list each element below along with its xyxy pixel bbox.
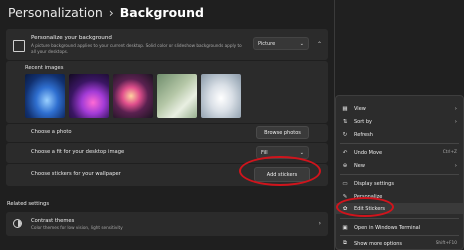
menu-item-label: Display settings [354, 180, 394, 187]
menu-item-view[interactable]: ▦ View › [336, 103, 463, 114]
chevron-right-icon: › [454, 162, 457, 169]
recent-image-5[interactable] [201, 74, 241, 118]
menu-item-new[interactable]: ⊕ New › [336, 160, 463, 171]
highlight-ellipse-add-stickers [239, 156, 321, 186]
menu-separator [340, 143, 459, 144]
recent-image-2[interactable] [69, 74, 109, 118]
personalize-background-subtitle: A picture background applies to your cur… [31, 43, 242, 54]
chevron-right-icon: › [454, 105, 457, 112]
recent-image-1[interactable] [25, 74, 65, 118]
recent-image-4[interactable] [157, 74, 197, 118]
stickers-label: Choose stickers for your wallpaper [31, 171, 121, 177]
choose-fit-label: Choose a fit for your desktop image [31, 149, 125, 155]
desktop-context-menu: ▦ View › ⇅ Sort by › ↻ Refresh ↶ Undo Mo… [335, 95, 464, 250]
contrast-themes-subtitle: Color themes for low vision, light sensi… [31, 225, 123, 230]
menu-item-label: New [354, 162, 365, 169]
contrast-themes-title: Contrast themes [31, 218, 75, 224]
grid-icon: ▦ [342, 105, 348, 112]
new-icon: ⊕ [342, 162, 348, 169]
choose-photo-label: Choose a photo [31, 129, 72, 135]
menu-item-sort-by[interactable]: ⇅ Sort by › [336, 116, 463, 127]
menu-separator [340, 218, 459, 219]
chevron-down-icon: ⌄ [299, 149, 304, 156]
background-type-value: Picture [258, 40, 276, 47]
menu-item-open-terminal[interactable]: ▣ Open in Windows Terminal [336, 222, 463, 233]
background-type-dropdown[interactable]: Picture ⌄ [253, 37, 309, 50]
more-options-icon: ⧉ [343, 240, 347, 246]
chevron-right-icon: › [454, 118, 457, 125]
settings-window: Personalization › Background Personalize… [0, 0, 335, 250]
contrast-icon [13, 219, 22, 228]
highlight-ellipse-edit-stickers [336, 197, 394, 217]
picture-icon [13, 40, 25, 52]
refresh-icon: ↻ [342, 131, 348, 138]
undo-icon: ↶ [342, 149, 348, 156]
chevron-right-icon: › [318, 220, 321, 227]
menu-separator [340, 174, 459, 175]
terminal-icon: ▣ [342, 224, 348, 231]
menu-item-undo-move[interactable]: ↶ Undo Move Ctrl+Z [336, 147, 463, 158]
breadcrumb-personalization[interactable]: Personalization [8, 5, 103, 20]
recent-images-list [25, 74, 241, 118]
breadcrumb-separator: › [108, 4, 114, 20]
menu-item-label: Sort by [354, 118, 372, 125]
menu-item-label: Refresh [354, 131, 373, 138]
contrast-themes-row[interactable]: Contrast themes Color themes for low vis… [6, 212, 328, 236]
menu-item-show-more-options[interactable]: ⧉ Show more options Shift+F10 [336, 238, 463, 249]
menu-item-label: Open in Windows Terminal [354, 224, 421, 231]
chevron-down-icon: ⌄ [299, 40, 304, 47]
breadcrumb: Personalization › Background [8, 3, 204, 21]
page-title: Background [119, 4, 204, 20]
related-settings-heading: Related settings [7, 201, 50, 207]
menu-item-refresh[interactable]: ↻ Refresh [336, 129, 463, 140]
personalize-background-title: Personalize your background [31, 35, 112, 41]
recent-images-label: Recent images [25, 65, 64, 71]
recent-image-3[interactable] [113, 74, 153, 118]
fit-value: Fill [261, 149, 268, 156]
personalize-background-card[interactable]: Personalize your background A picture ba… [6, 29, 328, 60]
browse-photos-button[interactable]: Browse photos [256, 126, 309, 139]
menu-item-label: Show more options [354, 240, 403, 247]
menu-item-label: View [354, 105, 366, 112]
menu-item-display-settings[interactable]: ▭ Display settings [336, 178, 463, 189]
menu-item-label: Undo Move [354, 149, 383, 156]
display-icon: ▭ [342, 180, 348, 187]
menu-separator [340, 235, 459, 236]
menu-item-shortcut: Shift+F10 [435, 241, 457, 246]
chevron-up-icon[interactable]: ⌃ [317, 41, 322, 48]
menu-item-shortcut: Ctrl+Z [442, 150, 457, 155]
sort-icon: ⇅ [342, 118, 348, 125]
choose-photo-row: Choose a photo Browse photos [6, 124, 328, 142]
